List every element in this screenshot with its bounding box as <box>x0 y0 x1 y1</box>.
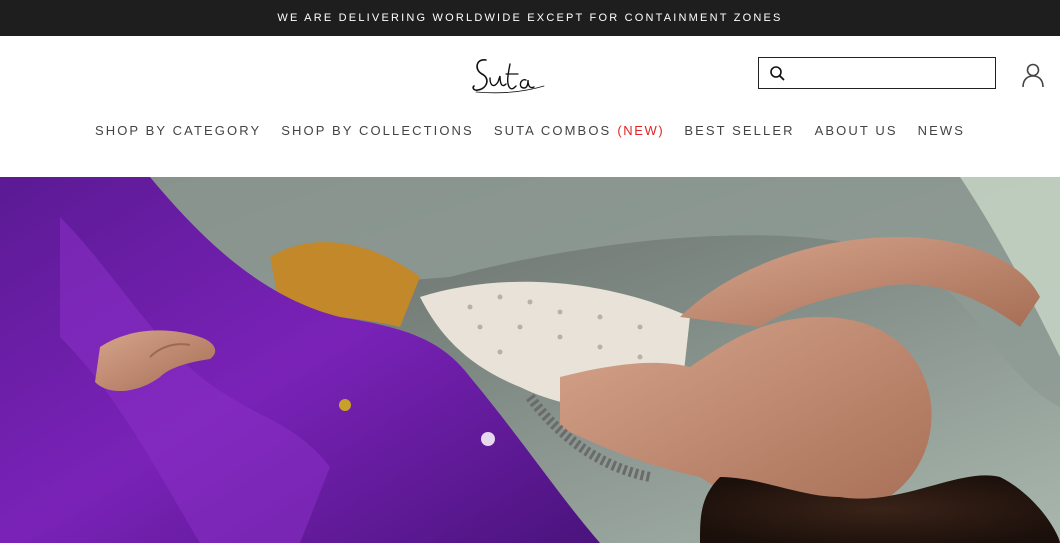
announcement-text: WE ARE DELIVERING WORLDWIDE EXCEPT FOR C… <box>277 12 783 24</box>
nav-label: ABOUT US <box>814 122 898 138</box>
main-nav: SHOP BY CATEGORY SHOP BY COLLECTIONS SUT… <box>0 120 1060 140</box>
nav-label: BEST SELLER <box>684 122 795 138</box>
nav-shop-by-category[interactable]: SHOP BY CATEGORY <box>95 123 261 138</box>
search-icon[interactable] <box>768 64 786 82</box>
nav-about-us[interactable]: ABOUT US <box>815 123 898 138</box>
nav-suta-combos[interactable]: SUTA COMBOS (NEW) <box>494 123 664 138</box>
nav-shop-by-collections[interactable]: SHOP BY COLLECTIONS <box>281 123 474 138</box>
hero-banner-image[interactable] <box>0 177 1060 543</box>
search-input[interactable] <box>792 58 995 88</box>
nav-news[interactable]: NEWS <box>918 123 965 138</box>
suta-logo[interactable] <box>470 52 546 96</box>
search-box[interactable] <box>758 57 996 89</box>
user-icon[interactable] <box>1020 62 1046 88</box>
nav-label: NEWS <box>917 122 966 138</box>
nav-label: SUTA COMBOS <box>493 122 612 138</box>
announcement-bar: WE ARE DELIVERING WORLDWIDE EXCEPT FOR C… <box>0 0 1060 36</box>
nav-label: SHOP BY CATEGORY <box>94 122 262 138</box>
site-header: SHOP BY CATEGORY SHOP BY COLLECTIONS SUT… <box>0 36 1060 177</box>
new-badge: (NEW) <box>617 122 665 138</box>
nav-best-seller[interactable]: BEST SELLER <box>684 123 794 138</box>
nav-label: SHOP BY COLLECTIONS <box>281 122 474 138</box>
